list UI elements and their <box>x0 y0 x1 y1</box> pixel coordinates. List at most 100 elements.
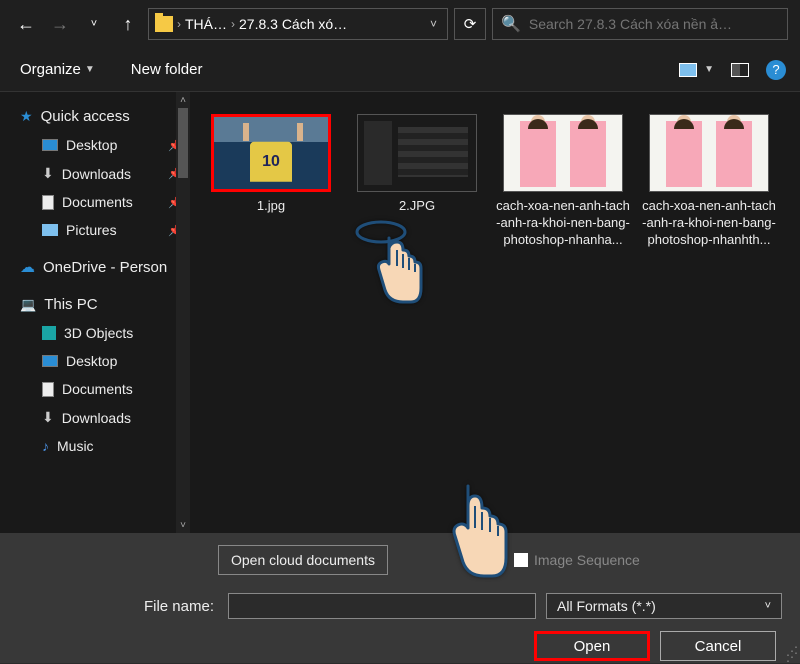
file-label: cach-xoa-nen-anh-tach-anh-ra-khoi-nen-ba… <box>496 198 630 249</box>
folder-icon <box>155 16 173 32</box>
sidebar-item-label: 3D Objects <box>64 325 133 341</box>
file-item[interactable]: 1.jpg <box>202 114 340 249</box>
document-icon <box>42 382 54 397</box>
sidebar-item-label: Quick access <box>41 108 130 125</box>
sidebar-item-documents-pc[interactable]: Documents <box>0 375 190 403</box>
file-thumbnail <box>503 114 623 192</box>
image-sequence-label: Image Sequence <box>534 552 640 568</box>
open-cloud-documents-button[interactable]: Open cloud documents <box>218 545 388 575</box>
download-icon: ⬇ <box>42 409 54 426</box>
sidebar-item-label: Documents <box>62 381 133 397</box>
breadcrumb[interactable]: › THÁ… › 27.8.3 Cách xó… ˅ <box>148 8 448 40</box>
search-box[interactable]: 🔍 <box>492 8 788 40</box>
star-icon: ★ <box>20 108 33 125</box>
desktop-icon <box>42 355 58 367</box>
search-input[interactable] <box>529 16 779 32</box>
sidebar-item-onedrive[interactable]: ☁ OneDrive - Person <box>0 252 190 282</box>
file-label: cach-xoa-nen-anh-tach-anh-ra-khoi-nen-ba… <box>642 198 776 249</box>
file-type-dropdown[interactable]: All Formats (*.*) ˅ <box>546 593 782 619</box>
sidebar-item-label: Pictures <box>66 222 117 238</box>
sidebar-item-downloads-pc[interactable]: ⬇ Downloads <box>0 403 190 432</box>
file-label: 2.JPG <box>350 198 484 215</box>
address-bar: ← → ˅ ↑ › THÁ… › 27.8.3 Cách xó… ˅ ⟳ 🔍 <box>0 0 800 48</box>
dialog-body: ★ Quick access Desktop 📌 ⬇ Downloads 📌 D… <box>0 92 800 533</box>
file-type-value: All Formats (*.*) <box>557 598 656 614</box>
file-item[interactable]: cach-xoa-nen-anh-tach-anh-ra-khoi-nen-ba… <box>640 114 778 249</box>
button-label: Open cloud documents <box>231 552 375 568</box>
filename-label: File name: <box>18 598 218 615</box>
breadcrumb-segment[interactable]: THÁ… <box>185 16 227 32</box>
music-icon: ♪ <box>42 438 49 454</box>
new-folder-button[interactable]: New folder <box>125 57 209 82</box>
help-icon: ? <box>772 62 779 77</box>
chevron-right-icon: › <box>177 17 181 31</box>
button-label: Open <box>574 638 611 655</box>
document-icon <box>42 195 54 210</box>
sidebar-item-desktop[interactable]: Desktop 📌 <box>0 131 190 159</box>
breadcrumb-segment[interactable]: 27.8.3 Cách xó… <box>239 16 347 32</box>
scrollbar-thumb[interactable] <box>178 108 188 178</box>
thumbnail-icon <box>679 63 697 77</box>
organize-label: Organize <box>20 61 81 78</box>
chevron-down-icon: ▼ <box>85 64 95 75</box>
organize-menu[interactable]: Organize ▼ <box>14 57 101 82</box>
file-item[interactable]: cach-xoa-nen-anh-tach-anh-ra-khoi-nen-ba… <box>494 114 632 249</box>
image-sequence-checkbox[interactable] <box>514 553 528 567</box>
refresh-button[interactable]: ⟳ <box>454 8 486 40</box>
button-label: Cancel <box>695 638 742 655</box>
file-thumbnail <box>211 114 331 192</box>
chevron-right-icon: › <box>231 17 235 31</box>
navigation-tree: ★ Quick access Desktop 📌 ⬇ Downloads 📌 D… <box>0 92 190 533</box>
scroll-down-icon[interactable]: ˅ <box>176 517 190 533</box>
recent-locations-chevron[interactable]: ˅ <box>80 10 108 38</box>
back-button[interactable]: ← <box>12 10 40 38</box>
sidebar-item-documents[interactable]: Documents 📌 <box>0 188 190 216</box>
download-icon: ⬇ <box>42 165 54 182</box>
help-button[interactable]: ? <box>766 60 786 80</box>
sidebar-item-label: Documents <box>62 194 133 210</box>
chevron-down-icon: ˅ <box>765 600 771 612</box>
scroll-up-icon[interactable]: ˄ <box>176 92 190 108</box>
open-button[interactable]: Open <box>534 631 650 661</box>
new-folder-label: New folder <box>131 61 203 78</box>
toolbar: Organize ▼ New folder ▼ ? <box>0 48 800 92</box>
image-sequence-option: Image Sequence <box>514 552 640 568</box>
sidebar-item-3d-objects[interactable]: 3D Objects <box>0 319 190 347</box>
sidebar-scrollbar[interactable]: ˄ ˅ <box>176 92 190 533</box>
sidebar-item-label: OneDrive - Person <box>43 259 167 276</box>
sidebar-item-music[interactable]: ♪ Music <box>0 432 190 460</box>
desktop-icon <box>42 139 58 151</box>
file-item[interactable]: 2.JPG <box>348 114 486 249</box>
chevron-down-icon[interactable]: ˅ <box>426 17 441 31</box>
file-thumbnail <box>357 114 477 192</box>
dialog-footer: Open cloud documents Image Sequence File… <box>0 533 800 663</box>
forward-button[interactable]: → <box>46 10 74 38</box>
pc-icon: 💻 <box>20 297 36 313</box>
file-grid: 1.jpg 2.JPG cach-xoa-nen-anh-tach-anh-ra… <box>190 92 800 533</box>
up-button[interactable]: ↑ <box>114 10 142 38</box>
search-icon: 🔍 <box>501 14 521 34</box>
resize-grip-icon[interactable]: ⋰⋰ <box>786 648 796 660</box>
sidebar-item-label: Desktop <box>66 137 117 153</box>
file-label: 1.jpg <box>204 198 338 215</box>
cancel-button[interactable]: Cancel <box>660 631 776 661</box>
sidebar-item-label: Downloads <box>62 410 131 426</box>
sidebar-item-downloads[interactable]: ⬇ Downloads 📌 <box>0 159 190 188</box>
cloud-icon: ☁ <box>20 258 35 276</box>
sidebar-item-quick-access[interactable]: ★ Quick access <box>0 102 190 131</box>
file-thumbnail <box>649 114 769 192</box>
pictures-icon <box>42 224 58 236</box>
sidebar-item-pictures[interactable]: Pictures 📌 <box>0 216 190 244</box>
view-thumbnails-button[interactable] <box>674 58 702 82</box>
chevron-down-icon[interactable]: ▼ <box>704 64 714 75</box>
sidebar-item-label: Desktop <box>66 353 117 369</box>
sidebar-item-this-pc[interactable]: 💻 This PC <box>0 290 190 319</box>
sidebar-item-label: Music <box>57 438 94 454</box>
sidebar-item-label: This PC <box>44 296 97 313</box>
sidebar-item-label: Downloads <box>62 166 131 182</box>
preview-pane-button[interactable] <box>726 58 754 82</box>
filename-input[interactable] <box>228 593 536 619</box>
cube-icon <box>42 326 56 340</box>
sidebar-item-desktop-pc[interactable]: Desktop <box>0 347 190 375</box>
preview-pane-icon <box>731 63 749 77</box>
